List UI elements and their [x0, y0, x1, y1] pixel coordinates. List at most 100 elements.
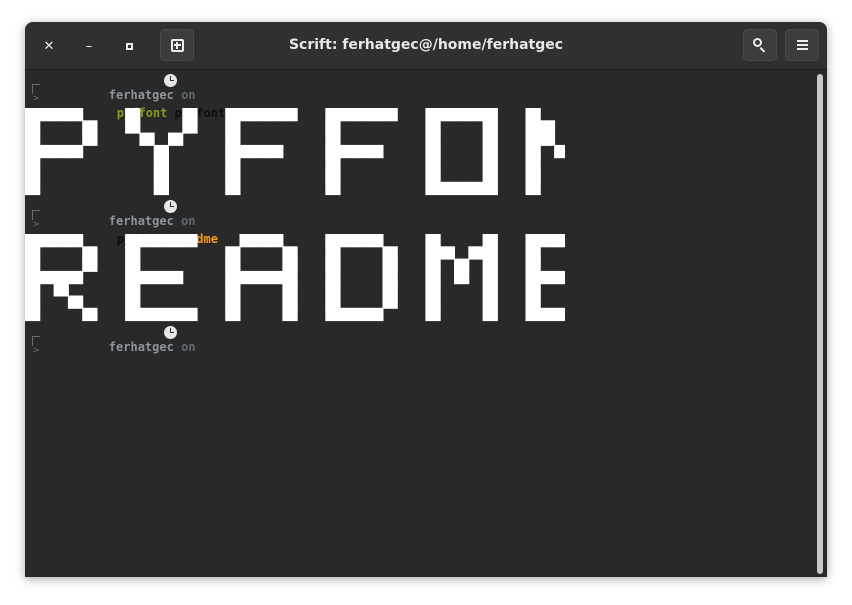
- terminal-output[interactable]: ferhatgec on > pyffont pyffont ferhatgec…: [25, 70, 815, 577]
- banner-pixel: [425, 246, 441, 260]
- banner-pixel: [53, 144, 69, 159]
- banner-pixel: [325, 258, 341, 272]
- banner-pixel: [554, 234, 565, 248]
- banner-pixel: [282, 270, 298, 285]
- search-button[interactable]: [743, 29, 777, 61]
- banner-pixel: [382, 108, 398, 122]
- banner-pixel: [282, 283, 298, 297]
- banner-pixel: [82, 307, 98, 322]
- titlebar: ✕ – Scrift: ferhatgec@/home/ferhatgec: [25, 22, 827, 70]
- banner-pixel: [67, 144, 84, 159]
- banner-letter: [25, 108, 98, 196]
- prompt-user: ferhatgec: [108, 340, 174, 354]
- banner-pixel: [125, 295, 141, 309]
- banner-pixel: [153, 169, 169, 183]
- banner-pixel: [368, 307, 384, 322]
- banner-pixel: [425, 157, 441, 171]
- banner-pixel: [382, 270, 398, 285]
- banner-pixel: [425, 132, 441, 146]
- banner-pixel: [454, 258, 470, 272]
- banner-pixel: [325, 307, 341, 322]
- scrollbar[interactable]: [817, 74, 823, 574]
- menu-button[interactable]: [785, 29, 819, 61]
- banner-pixel: [282, 307, 298, 322]
- banner-pixel: [454, 108, 470, 122]
- banner-pixel: [25, 307, 41, 322]
- banner-pixel: [482, 283, 498, 297]
- banner-pixel: [25, 246, 41, 260]
- banner-pixel: [539, 132, 556, 146]
- banner-pixel: [339, 144, 355, 159]
- banner-pixel: [168, 132, 184, 146]
- banner-pixel: [25, 120, 41, 134]
- banner-pixel: [225, 169, 241, 183]
- banner-pixel: [525, 270, 541, 285]
- banner-pixel: [25, 144, 41, 159]
- banner-pixel: [282, 295, 298, 309]
- banner-pixel: [482, 157, 498, 171]
- banner-pixel: [182, 234, 198, 248]
- prompt-on: on: [181, 340, 196, 354]
- banner-pixel: [39, 144, 55, 159]
- hamburger-menu-icon: [796, 40, 808, 50]
- banner-pixel: [382, 258, 398, 272]
- banner-letter: [425, 234, 498, 322]
- banner-pixel: [439, 108, 455, 122]
- banner-pixel: [425, 234, 441, 248]
- banner-pixel: [439, 246, 455, 260]
- banner-letter: [225, 108, 298, 196]
- banner-pixel: [325, 157, 341, 171]
- banner-pixel: [225, 181, 241, 196]
- banner-pixel: [25, 295, 41, 309]
- banner-pixel: [339, 108, 355, 122]
- banner-pixel: [268, 270, 284, 285]
- banner-pixel: [239, 108, 255, 122]
- banner-pixel: [82, 132, 98, 146]
- banner-pixel: [153, 270, 169, 285]
- banner-pixel: [268, 144, 284, 159]
- banner-pixel: [253, 144, 270, 159]
- banner-letter: [325, 234, 398, 322]
- banner-pixel: [25, 270, 41, 285]
- banner-pixel: [67, 295, 84, 309]
- banner-pixel: [482, 181, 498, 196]
- banner-pixel: [182, 120, 198, 134]
- banner-letter: [125, 108, 198, 196]
- banner-pixel: [425, 295, 441, 309]
- banner-pixel: [153, 181, 169, 196]
- banner-pixel: [525, 234, 541, 248]
- prompt-arrow: >: [33, 219, 40, 230]
- banner-pixel: [525, 157, 541, 171]
- banner-pixel: [525, 120, 541, 134]
- clock-icon: [164, 73, 177, 87]
- banner-pixel: [382, 283, 398, 297]
- banner-pixel: [139, 307, 155, 322]
- banner-pixel: [325, 283, 341, 297]
- banner-pixel: [153, 144, 169, 159]
- banner-pixel: [525, 181, 541, 196]
- banner-pixel: [325, 132, 341, 146]
- banner-pixel: [482, 108, 498, 122]
- banner-pixel: [168, 234, 184, 248]
- banner-pixel: [153, 234, 169, 248]
- banner-pixel: [125, 258, 141, 272]
- banner-pixel: [125, 246, 141, 260]
- banner-pixel: [339, 234, 355, 248]
- banner-pixel: [182, 307, 198, 322]
- banner-pixel: [125, 120, 141, 134]
- banner-letter: [225, 234, 298, 322]
- clock-icon: [164, 325, 177, 339]
- banner-pixel: [525, 108, 541, 122]
- banner-pixel: [168, 307, 184, 322]
- banner-pixel: [225, 270, 241, 285]
- banner-pixel: [67, 234, 84, 248]
- banner-pixel: [525, 132, 541, 146]
- banner-pixel: [425, 108, 441, 122]
- banner-pixel: [253, 108, 270, 122]
- banner-pixel: [225, 157, 241, 171]
- search-icon: [753, 38, 767, 53]
- banner-pixel: [253, 270, 270, 285]
- banner-pixel: [182, 108, 198, 122]
- banner-pixel: [67, 270, 84, 285]
- command-line: pyffont pyffont: [59, 91, 225, 120]
